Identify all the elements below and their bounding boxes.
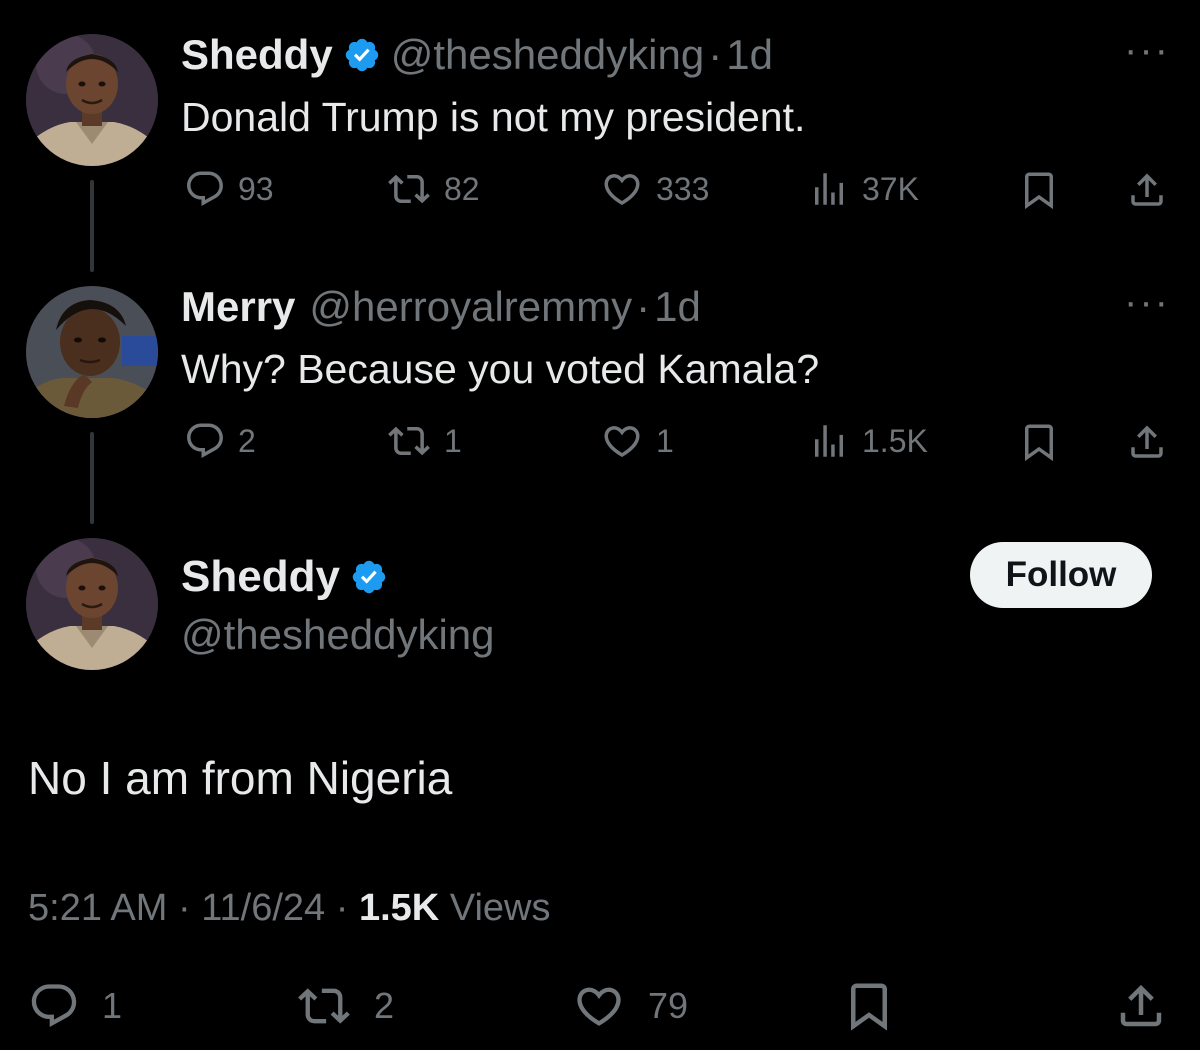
views-count: 1.5K [358,887,440,929]
view-count: 37K [862,170,919,207]
repost-button[interactable]: 2 [296,980,394,1032]
author-handle[interactable]: @thesheddyking [391,30,705,80]
repost-icon [296,980,352,1032]
repost-count: 1 [444,422,462,459]
reply-count: 93 [238,170,274,207]
reply-button[interactable]: 1 [28,980,122,1032]
bookmark-icon [1018,168,1060,212]
bookmark-button[interactable] [1018,420,1060,464]
author-handle[interactable]: @thesheddyking [181,610,495,660]
tweet-date[interactable]: 11/6/24 [201,887,325,929]
separator-dot: · [335,887,349,929]
tweet-header: Sheddy @thesheddyking · 1d [181,30,773,80]
like-button[interactable]: 1 [600,420,674,462]
repost-icon [386,420,432,462]
views-button[interactable]: 1.5K [808,420,928,462]
author-name-row: Sheddy [181,552,398,602]
avatar[interactable] [26,538,158,670]
heart-icon [600,168,644,210]
view-count: 1.5K [862,422,928,459]
thread-connector-line [90,180,94,272]
views-label: Views [449,887,551,929]
heart-icon [572,980,626,1032]
tweet-time[interactable]: 5:21 AM [28,887,167,929]
tweet-meta: 5:21 AM · 11/6/24 · 1.5K Views [28,885,550,931]
share-icon [1114,978,1168,1034]
reply-icon [28,980,80,1032]
thread-connector-line [90,432,94,524]
separator-dot: · [636,283,651,330]
reply-button[interactable]: 2 [184,420,256,462]
share-button[interactable] [1126,168,1168,212]
share-icon [1126,168,1168,212]
repost-button[interactable]: 82 [386,168,480,210]
author-name[interactable]: Sheddy [181,552,340,602]
share-icon [1126,420,1168,464]
author-handle[interactable]: @herroyalremmy [309,282,632,332]
author-name[interactable]: Merry [181,282,295,332]
like-count: 79 [648,985,689,1026]
share-button[interactable] [1114,978,1168,1034]
bookmark-icon [842,978,896,1034]
reply-icon [184,168,226,210]
more-icon[interactable]: ··· [1124,30,1170,70]
repost-icon [386,168,432,210]
like-count: 333 [656,170,710,207]
reply-icon [184,420,226,462]
like-button[interactable]: 79 [572,980,688,1032]
separator-dot: · [177,887,191,929]
like-button[interactable]: 333 [600,168,709,210]
tweet-text: Why? Because you voted Kamala? [181,346,820,392]
more-icon[interactable]: ··· [1124,282,1170,322]
repost-count: 82 [444,170,480,207]
avatar[interactable] [26,286,158,418]
views-icon [808,420,850,462]
repost-count: 2 [374,985,395,1026]
views-button[interactable]: 37K [808,168,919,210]
share-button[interactable] [1126,420,1168,464]
tweet-text: No I am from Nigeria [28,752,453,804]
reply-button[interactable]: 93 [184,168,274,210]
verified-badge-icon [343,36,381,74]
follow-button[interactable]: Follow [970,542,1152,608]
avatar[interactable] [26,34,158,166]
tweet-text: Donald Trump is not my president. [181,94,806,140]
tweet-header: Merry @herroyalremmy · 1d [181,282,701,332]
verified-badge-icon [350,558,388,596]
bookmark-button[interactable] [1018,168,1060,212]
repost-button[interactable]: 1 [386,420,462,462]
tweet-time[interactable]: 1d [654,282,701,332]
bookmark-button[interactable] [842,978,896,1034]
reply-count: 1 [102,985,123,1026]
bookmark-icon [1018,420,1060,464]
separator-dot: · [708,31,723,78]
author-name[interactable]: Sheddy [181,30,333,80]
reply-count: 2 [238,422,256,459]
like-count: 1 [656,422,674,459]
heart-icon [600,420,644,462]
tweet-time[interactable]: 1d [726,30,773,80]
views-icon [808,168,850,210]
